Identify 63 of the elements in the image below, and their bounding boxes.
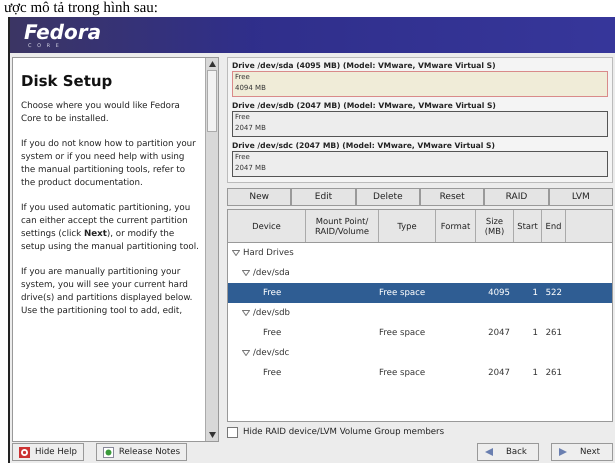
table-row[interactable]: /dev/sda bbox=[228, 263, 612, 283]
expander-icon[interactable] bbox=[242, 310, 250, 316]
device-cell: Free bbox=[263, 328, 282, 338]
device-cell: /dev/sda bbox=[253, 268, 290, 278]
checkbox[interactable] bbox=[227, 426, 238, 438]
back-arrow-icon bbox=[484, 447, 494, 457]
help-paragraph: If you are manually partitioning your system, you will see your current hard drive(s) and partitions displayed below. Use the partitioning tool to add, edit, bbox=[21, 266, 194, 318]
end-cell: 261 bbox=[546, 368, 562, 378]
expander-icon[interactable] bbox=[242, 270, 250, 276]
toolbar-button[interactable]: Edit bbox=[291, 188, 356, 206]
start-cell: 1 bbox=[532, 288, 538, 298]
device-cell: Hard Drives bbox=[243, 248, 294, 258]
type-cell: Free space bbox=[379, 328, 426, 338]
size-cell: 2047 bbox=[488, 368, 510, 378]
scroll-down-icon[interactable] bbox=[208, 432, 216, 438]
next-arrow-icon bbox=[558, 447, 568, 457]
size-cell: 4095 bbox=[488, 288, 510, 298]
column-header[interactable]: Size (MB) bbox=[476, 210, 514, 242]
toolbar-button[interactable]: RAID bbox=[484, 188, 549, 206]
table-row[interactable]: /dev/sdb bbox=[228, 303, 612, 323]
back-button[interactable]: Back bbox=[477, 443, 539, 461]
expander-icon[interactable] bbox=[242, 350, 250, 356]
release-notes-button[interactable]: Release Notes bbox=[96, 443, 188, 461]
notes-icon bbox=[102, 446, 114, 458]
column-header[interactable]: End bbox=[542, 210, 566, 242]
table-row[interactable]: /dev/sdc bbox=[228, 343, 612, 363]
help-paragraph: If you used automatic partitioning, you can either accept the current partition settings (click Next), or modify the setup using the manual partitioning tool. bbox=[21, 202, 200, 254]
toolbar-button[interactable]: Reset bbox=[420, 188, 484, 206]
size-cell: 2047 bbox=[488, 328, 510, 338]
table-row[interactable]: Free Free space 4095 1 522 bbox=[228, 283, 612, 303]
device-cell: /dev/sdc bbox=[253, 348, 290, 358]
table-row[interactable]: Free Free space 2047 1 261 bbox=[228, 323, 612, 343]
table-row[interactable]: Hard Drives bbox=[228, 243, 612, 263]
help-paragraph: Choose where you would like Fedora Core to be installed. bbox=[21, 100, 181, 126]
next-button[interactable]: Next bbox=[551, 443, 613, 461]
logo-text: Fedora bbox=[24, 21, 102, 43]
device-cell: Free bbox=[263, 368, 282, 378]
type-cell: Free space bbox=[379, 368, 426, 378]
toolbar-button[interactable]: Delete bbox=[356, 188, 420, 206]
caption-text: ược mô tả trong hình sau: bbox=[3, 0, 159, 17]
hide-help-button[interactable]: Hide Help bbox=[12, 443, 84, 461]
lifebuoy-icon bbox=[19, 446, 30, 458]
scroll-up-icon[interactable] bbox=[208, 61, 216, 67]
checkbox-label[interactable]: Hide RAID device/LVM Volume Group members bbox=[243, 427, 444, 437]
column-header[interactable]: Device bbox=[228, 210, 306, 242]
scroll-thumb[interactable] bbox=[207, 70, 217, 132]
type-cell: Free space bbox=[379, 288, 426, 298]
start-cell: 1 bbox=[532, 368, 538, 378]
column-header[interactable]: Start bbox=[514, 210, 542, 242]
help-paragraph: If you do not know how to partition your system or if you need help with using the manual partitioning tools, refer to the product documentation. bbox=[21, 138, 197, 190]
device-cell: Free bbox=[263, 288, 282, 298]
device-cell: /dev/sdb bbox=[253, 308, 290, 318]
expander-icon[interactable] bbox=[232, 250, 240, 256]
help-title: Disk Setup bbox=[21, 72, 114, 90]
end-cell: 261 bbox=[546, 328, 562, 338]
column-header[interactable]: Mount Point/ RAID/Volume bbox=[306, 210, 379, 242]
end-cell: 522 bbox=[546, 288, 562, 298]
toolbar-button[interactable]: New bbox=[227, 188, 292, 206]
toolbar-button[interactable]: LVM bbox=[548, 188, 613, 206]
table-row[interactable]: Free Free space 2047 1 261 bbox=[228, 363, 612, 383]
column-header[interactable]: Type bbox=[379, 210, 436, 242]
column-header[interactable]: Format bbox=[436, 210, 476, 242]
start-cell: 1 bbox=[532, 328, 538, 338]
